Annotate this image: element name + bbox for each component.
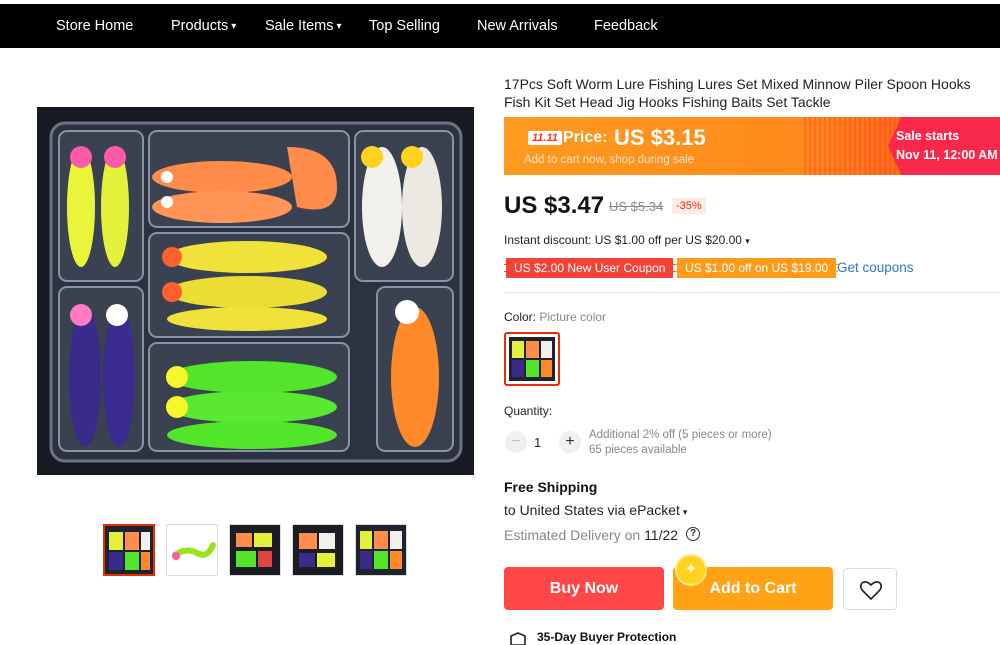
nav-top-selling[interactable]: Top Selling [369, 4, 440, 48]
shipping-destination[interactable]: to United States via ePacket ▾ [504, 502, 687, 518]
stock-available: 65 pieces available [589, 444, 687, 456]
nav-label: Sale Items [265, 18, 334, 34]
thumbnail-image [105, 526, 153, 574]
color-label: Color: Picture color [504, 310, 606, 324]
bulk-discount-note: Additional 2% off (5 pieces or more) [589, 429, 772, 441]
store-coupon[interactable]: US $1.00 off on US $19.00 [675, 258, 839, 278]
color-swatch-image [509, 337, 555, 381]
thumbnail-image [293, 525, 343, 575]
nav-label: Store Home [56, 18, 134, 34]
thumbnail[interactable] [229, 524, 281, 576]
chevron-down-icon: ▾ [682, 507, 688, 517]
shield-icon [510, 632, 526, 645]
instant-discount[interactable]: Instant discount: US $1.00 off per US $2… [504, 233, 750, 247]
divider [504, 292, 1000, 293]
discount-badge: -35% [672, 198, 706, 214]
original-price: US $5.34 [609, 199, 664, 214]
nav-label: Top Selling [369, 18, 440, 34]
thumbnail-image [356, 525, 406, 575]
shipping-destination-text: to United States via ePacket [504, 502, 680, 518]
sale-subtitle: Add to cart now, shop during sale [524, 154, 695, 166]
thumbnail-image [230, 525, 280, 575]
chevron-down-icon: ▾ [745, 236, 750, 246]
delivery-date: 11/22 [644, 527, 679, 543]
quantity-value[interactable]: 1 [534, 435, 541, 450]
color-option-swatch[interactable] [504, 332, 560, 386]
sale-starts-date: Nov 11, 12:00 AM [896, 148, 998, 162]
wishlist-button[interactable] [843, 568, 897, 610]
shipping-title: Free Shipping [504, 479, 598, 495]
instant-discount-text: Instant discount: US $1.00 off per US $2… [504, 233, 742, 247]
fishing-lure-box-image [37, 107, 474, 475]
sale-starts-label: Sale starts [896, 129, 960, 143]
buy-now-button[interactable]: Buy Now [504, 567, 664, 610]
quantity-decrease-button[interactable]: − [505, 431, 527, 453]
nav-products[interactable]: Products ▾ [171, 4, 236, 48]
nav-label: New Arrivals [477, 18, 558, 34]
thumbnail-image [167, 525, 217, 575]
nav-label: Feedback [594, 18, 658, 34]
color-label-text: Color: [504, 310, 537, 324]
help-icon[interactable]: ? [686, 527, 700, 541]
get-coupons-link[interactable]: Get coupons [837, 260, 914, 275]
sale-start-panel [888, 117, 1000, 175]
chevron-down-icon: ▾ [231, 21, 237, 32]
nav-sale-items[interactable]: Sale Items ▾ [265, 4, 342, 48]
chevron-down-icon: ▾ [336, 21, 342, 32]
nav-feedback[interactable]: Feedback [594, 4, 658, 48]
thumbnail[interactable] [166, 524, 218, 576]
product-title: 17Pcs Soft Worm Lure Fishing Lures Set M… [504, 76, 971, 110]
thumbnail[interactable] [355, 524, 407, 576]
current-price: US $3.47 [504, 192, 605, 219]
thumbnail[interactable] [292, 524, 344, 576]
thumbnail[interactable] [103, 524, 155, 576]
estimated-delivery: Estimated Delivery on 11/22 [504, 527, 678, 543]
heart-icon [859, 581, 883, 600]
buyer-protection: 35-Day Buyer Protection [537, 630, 677, 644]
nav-store-home[interactable]: Store Home [56, 4, 133, 48]
sparkle-icon: ✦ [677, 556, 705, 584]
main-product-image[interactable] [37, 107, 474, 475]
nav-label: Products [171, 18, 229, 34]
new-user-coupon[interactable]: US $2.00 New User Coupon [504, 258, 676, 278]
sale-event-tag: 11.11 [528, 131, 562, 145]
delivery-label: Estimated Delivery on [504, 527, 641, 543]
color-value: Picture color [539, 310, 607, 324]
sale-price-label: Price: [563, 129, 608, 146]
nav-new-arrivals[interactable]: New Arrivals [477, 4, 558, 48]
sale-price: US $3.15 [614, 125, 706, 150]
quantity-increase-button[interactable]: + [559, 431, 581, 453]
sale-promo-banner: 11.11 Price: US $3.15 Add to cart now, s… [504, 117, 1000, 175]
store-nav-bar: Store Home Products ▾ Sale Items ▾ Top Sel… [0, 4, 1000, 48]
quantity-label: Quantity: [504, 404, 553, 418]
